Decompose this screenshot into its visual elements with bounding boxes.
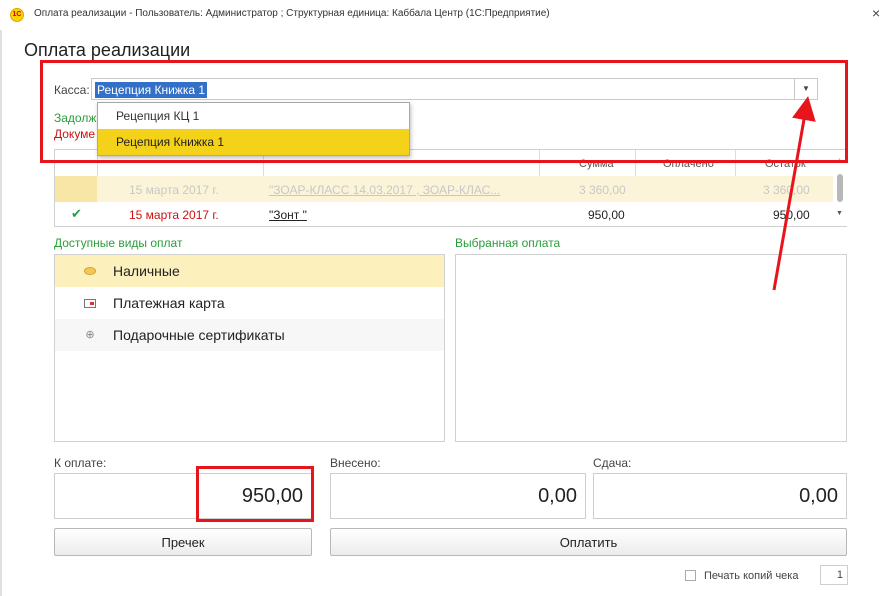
page-title: Оплата реализации <box>24 40 191 60</box>
payment-type-label: Платежная карта <box>113 295 225 311</box>
amount-paid-field[interactable]: 0,00 <box>330 473 586 519</box>
chosen-payment-label: Выбранная оплата <box>455 236 561 250</box>
row-sum: 3 360,00 <box>579 183 626 197</box>
pay-button[interactable]: Оплатить <box>330 528 847 556</box>
scrollbar-thumb[interactable] <box>837 174 843 202</box>
available-payments-list: Наличные Платежная карта ⊕ Подарочные се… <box>54 254 445 442</box>
change-label: Сдача: <box>593 456 632 470</box>
card-icon <box>84 299 96 308</box>
amount-due-label: К оплате: <box>54 456 107 470</box>
change-value: 0,00 <box>799 485 838 507</box>
available-payments-label: Доступные виды оплат <box>54 236 183 250</box>
row-sum: 950,00 <box>588 208 625 222</box>
window-left-edge <box>0 30 2 596</box>
row-document-link[interactable]: "ЗОАР-КЛАСС 14.03.2017 , ЗОАР-КЛАС... <box>269 183 500 197</box>
payment-type-label: Наличные <box>113 263 180 279</box>
precheck-button[interactable]: Пречек <box>54 528 312 556</box>
amount-paid-value: 0,00 <box>538 485 577 507</box>
coin-icon <box>84 267 96 275</box>
close-icon[interactable]: × <box>872 5 880 21</box>
amount-paid-label: Внесено: <box>330 456 381 470</box>
window-title: Оплата реализации - Пользователь: Админи… <box>34 8 550 19</box>
copies-count-field[interactable]: 1 <box>820 565 848 585</box>
payment-type-card[interactable]: Платежная карта <box>55 287 444 319</box>
row-check-cell[interactable] <box>55 176 97 202</box>
annotation-highlight-box <box>196 466 314 522</box>
print-copies-checkbox[interactable] <box>685 570 696 581</box>
annotation-highlight-box <box>40 60 848 163</box>
print-copies-label: Печать копий чека <box>704 570 799 582</box>
window-titlebar: 1C Оплата реализации - Пользователь: Адм… <box>0 0 891 30</box>
plus-icon[interactable]: ⊕ <box>83 328 97 342</box>
row-rest: 950,00 <box>773 208 810 222</box>
row-rest: 3 360,00 <box>763 183 810 197</box>
scroll-down-icon[interactable]: ▼ <box>836 210 843 217</box>
row-date: 15 марта 2017 г. <box>129 208 219 222</box>
payment-type-label: Подарочные сертификаты <box>113 327 285 343</box>
payment-type-cash[interactable]: Наличные <box>55 255 444 287</box>
table-row[interactable]: 15 марта 2017 г. "ЗОАР-КЛАСС 14.03.2017 … <box>55 176 833 202</box>
chosen-payment-list[interactable] <box>455 254 847 442</box>
row-checkbox[interactable]: ✔ <box>71 206 82 222</box>
table-row[interactable]: ✔ 15 марта 2017 г. "Зонт " 950,00 950,00 <box>55 202 833 226</box>
row-document-link[interactable]: "Зонт " <box>269 208 307 222</box>
change-field: 0,00 <box>593 473 847 519</box>
payment-type-gift-certificates[interactable]: ⊕ Подарочные сертификаты <box>55 319 444 351</box>
row-date: 15 марта 2017 г. <box>129 183 219 197</box>
app-logo-icon: 1C <box>10 8 24 22</box>
